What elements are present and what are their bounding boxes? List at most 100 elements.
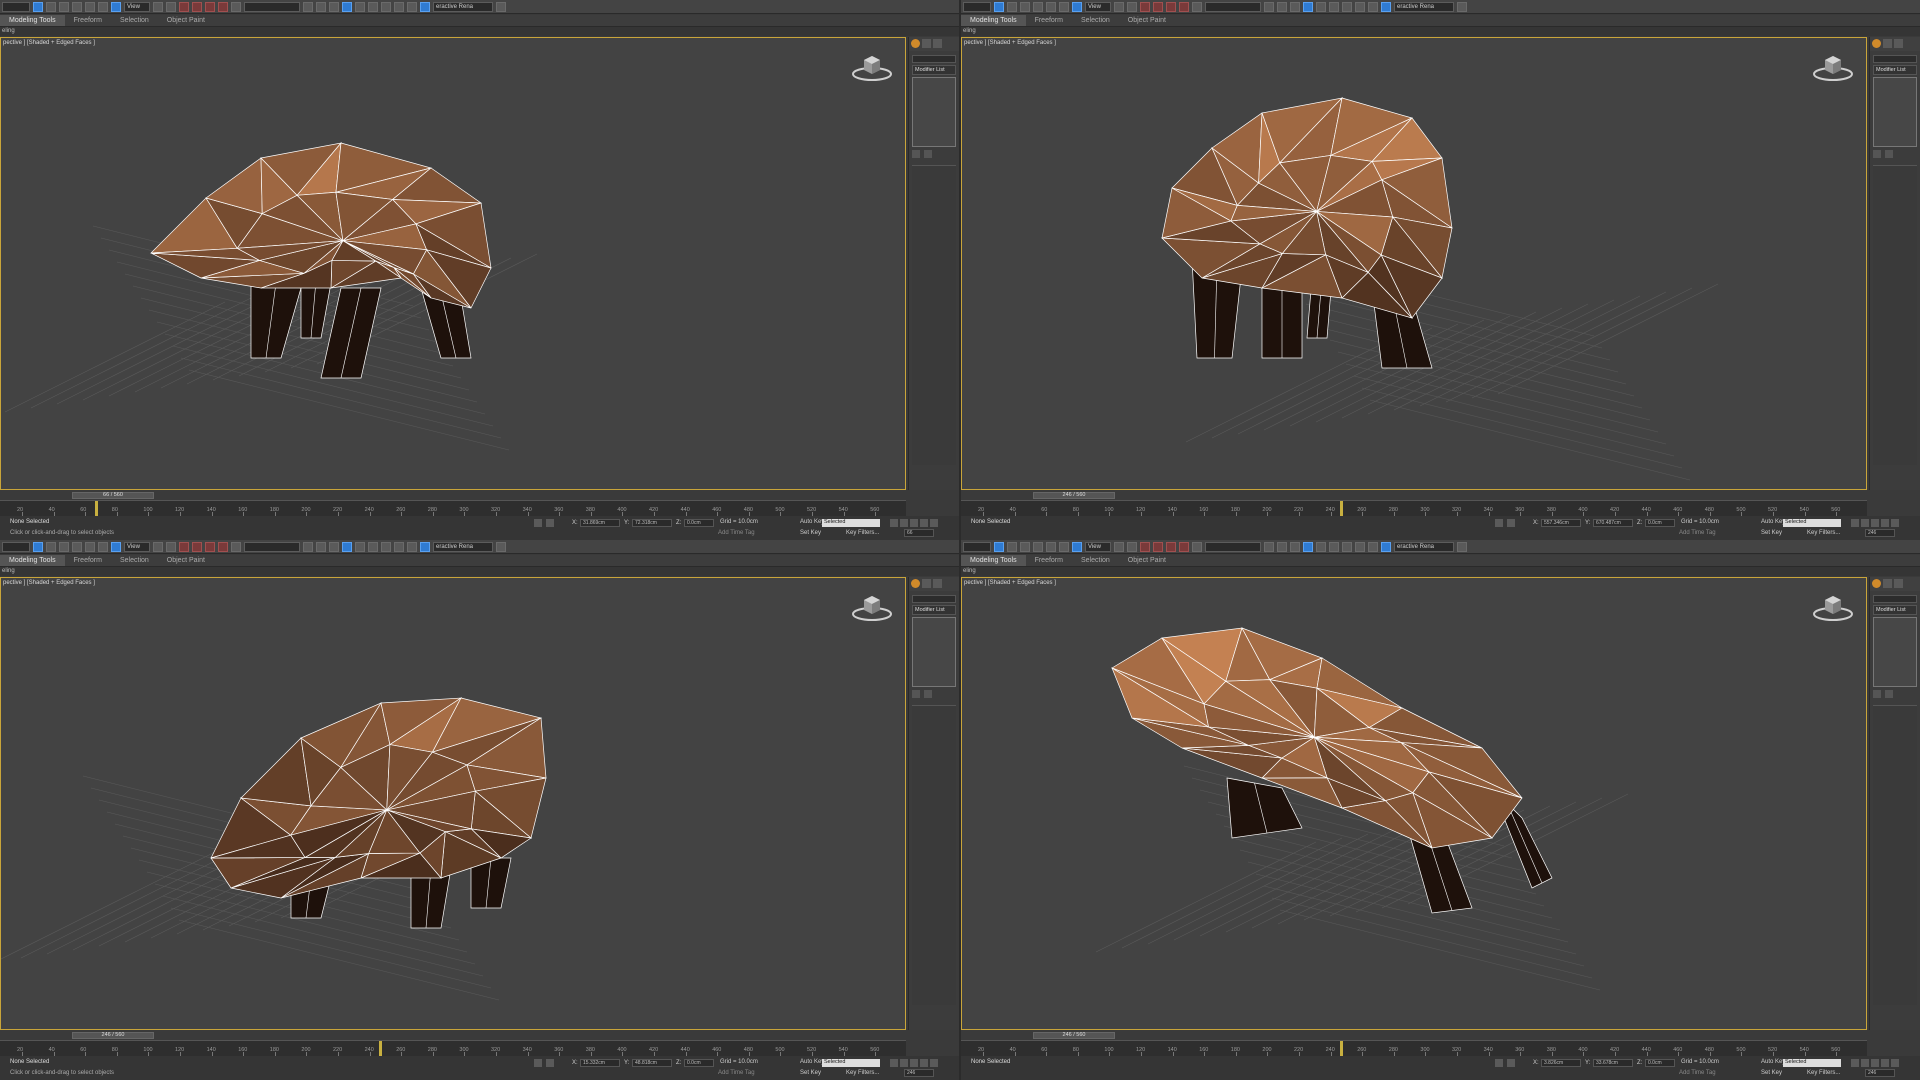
pivot-icon[interactable] xyxy=(1114,1,1124,12)
layer-manager-icon[interactable] xyxy=(329,1,339,12)
viewport-label[interactable]: pective ] [Shaded + Edged Faces ] xyxy=(3,580,95,586)
create-tab-icon[interactable] xyxy=(1872,579,1881,588)
modify-tab-icon[interactable] xyxy=(922,39,931,48)
create-tab-icon[interactable] xyxy=(911,39,920,48)
mirror-icon[interactable] xyxy=(303,541,313,552)
tab-modeling-tools[interactable]: Modeling Tools xyxy=(0,15,65,26)
named-selection-dropdown[interactable] xyxy=(244,1,300,12)
graphite-ribbon-icon[interactable] xyxy=(342,1,352,12)
modifier-list-dropdown[interactable]: Modifier List xyxy=(912,65,956,75)
angle-snap-icon[interactable] xyxy=(1153,1,1163,12)
time-slider[interactable]: 246 / 560 xyxy=(72,1032,154,1039)
curve-editor-icon[interactable] xyxy=(1316,1,1326,12)
current-frame-marker[interactable] xyxy=(1340,1041,1344,1057)
graphite-ribbon-icon[interactable] xyxy=(1303,1,1313,12)
render-mode-dropdown[interactable]: eractive Rena xyxy=(433,1,493,12)
tab-selection[interactable]: Selection xyxy=(1072,555,1119,566)
mirror-icon[interactable] xyxy=(1264,1,1274,12)
key-filters-button[interactable]: Key Filters... xyxy=(846,530,879,536)
move-icon[interactable] xyxy=(85,1,95,12)
lock-selection-icon[interactable] xyxy=(1495,1059,1503,1067)
tab-selection[interactable]: Selection xyxy=(1072,15,1119,26)
modifier-list-dropdown[interactable]: Modifier List xyxy=(1873,65,1917,75)
set-key-label[interactable]: Set Key xyxy=(800,1070,821,1076)
render-mode-dropdown[interactable]: eractive Rena xyxy=(1394,1,1454,12)
goto-end-icon[interactable] xyxy=(1891,1059,1899,1067)
material-editor-icon[interactable] xyxy=(1342,541,1352,552)
rotate-icon[interactable] xyxy=(98,541,108,552)
time-slider-track[interactable]: 246 / 560 xyxy=(961,1031,1867,1040)
current-frame-field[interactable]: 246 xyxy=(1865,529,1895,537)
play-icon[interactable] xyxy=(910,1059,918,1067)
track-bar[interactable]: 20 40 60 80 100 120 140 160 180 200 220 240 260 280 30… xyxy=(0,1040,906,1057)
next-frame-icon[interactable] xyxy=(1881,1059,1889,1067)
viewcube-icon[interactable] xyxy=(1812,592,1854,622)
window-crossing-icon[interactable] xyxy=(72,1,82,12)
next-frame-icon[interactable] xyxy=(920,519,928,527)
named-selection-dropdown[interactable] xyxy=(1205,541,1261,552)
select-by-name-icon[interactable] xyxy=(46,541,56,552)
x-coordinate-field[interactable]: 31.869cm xyxy=(580,519,620,527)
move-icon[interactable] xyxy=(85,541,95,552)
curve-editor-icon[interactable] xyxy=(355,1,365,12)
mirror-icon[interactable] xyxy=(303,1,313,12)
reference-coord-dropdown[interactable]: View xyxy=(1085,541,1111,552)
goto-start-icon[interactable] xyxy=(1851,519,1859,527)
rendered-frame-window-icon[interactable] xyxy=(1368,1,1378,12)
angle-snap-icon[interactable] xyxy=(192,541,202,552)
select-manipulate-icon[interactable] xyxy=(1127,1,1137,12)
tab-object-paint[interactable]: Object Paint xyxy=(158,555,214,566)
spinner-snap-icon[interactable] xyxy=(1179,541,1189,552)
x-coordinate-field[interactable]: 15.332cm xyxy=(580,1059,620,1067)
next-frame-icon[interactable] xyxy=(1881,519,1889,527)
set-key-label[interactable]: Set Key xyxy=(1761,1070,1782,1076)
perspective-viewport[interactable]: pective ] [Shaded + Edged Faces ] xyxy=(961,577,1867,1030)
tab-object-paint[interactable]: Object Paint xyxy=(158,15,214,26)
window-crossing-icon[interactable] xyxy=(72,541,82,552)
render-teapot-icon[interactable] xyxy=(1457,541,1467,552)
selection-set-dropdown[interactable] xyxy=(2,541,30,552)
key-mode-dropdown[interactable]: Selected xyxy=(822,519,880,527)
tab-object-paint[interactable]: Object Paint xyxy=(1119,15,1175,26)
object-name-field[interactable] xyxy=(1873,55,1917,63)
rect-region-icon[interactable] xyxy=(59,1,69,12)
percent-snap-icon[interactable] xyxy=(205,541,215,552)
named-selection-dropdown[interactable] xyxy=(1205,1,1261,12)
perspective-viewport[interactable]: pective ] [Shaded + Edged Faces ] xyxy=(0,37,906,490)
render-mode-dropdown[interactable]: eractive Rena xyxy=(1394,541,1454,552)
x-coordinate-field[interactable]: 557.346cm xyxy=(1541,519,1581,527)
pivot-icon[interactable] xyxy=(1114,541,1124,552)
goto-start-icon[interactable] xyxy=(1851,1059,1859,1067)
curve-editor-icon[interactable] xyxy=(355,541,365,552)
create-tab-icon[interactable] xyxy=(911,579,920,588)
key-mode-dropdown[interactable]: Selected xyxy=(822,1059,880,1067)
align-icon[interactable] xyxy=(1277,541,1287,552)
absolute-mode-icon[interactable] xyxy=(546,519,554,527)
y-coordinate-field[interactable]: 72.318cm xyxy=(632,519,672,527)
viewcube-icon[interactable] xyxy=(851,52,893,82)
material-editor-icon[interactable] xyxy=(1342,1,1352,12)
edit-named-sets-icon[interactable] xyxy=(231,1,241,12)
goto-start-icon[interactable] xyxy=(890,1059,898,1067)
viewport-label[interactable]: pective ] [Shaded + Edged Faces ] xyxy=(964,40,1056,46)
viewcube-icon[interactable] xyxy=(1812,52,1854,82)
align-icon[interactable] xyxy=(316,1,326,12)
window-crossing-icon[interactable] xyxy=(1033,1,1043,12)
select-manipulate-icon[interactable] xyxy=(1127,541,1137,552)
modifier-stack[interactable] xyxy=(1873,617,1917,687)
pin-stack-icon[interactable] xyxy=(912,150,920,158)
select-by-name-icon[interactable] xyxy=(1007,541,1017,552)
object-name-field[interactable] xyxy=(912,595,956,603)
pin-stack-icon[interactable] xyxy=(1873,150,1881,158)
boar-mesh[interactable] xyxy=(210,696,547,929)
layer-manager-icon[interactable] xyxy=(1290,1,1300,12)
modifier-stack[interactable] xyxy=(912,617,956,687)
track-bar[interactable]: 20 40 60 80 100 120 140 160 180 200 220 240 260 280 30… xyxy=(961,500,1867,517)
current-frame-field[interactable]: 66 xyxy=(904,529,934,537)
prev-frame-icon[interactable] xyxy=(900,519,908,527)
time-slider[interactable]: 246 / 560 xyxy=(1033,1032,1115,1039)
schematic-view-icon[interactable] xyxy=(1329,541,1339,552)
selection-set-dropdown[interactable] xyxy=(2,1,30,12)
goto-end-icon[interactable] xyxy=(1891,519,1899,527)
play-icon[interactable] xyxy=(1871,1059,1879,1067)
